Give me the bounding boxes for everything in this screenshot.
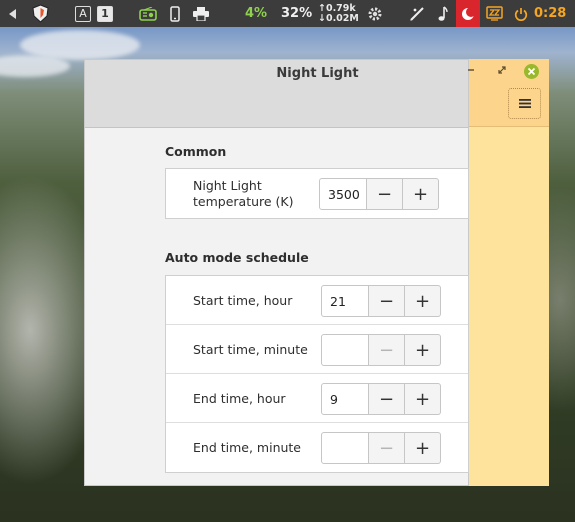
end-hour-row: End time, hour 9 − +: [166, 374, 468, 423]
shield-icon[interactable]: [32, 0, 49, 27]
workspace-indicator[interactable]: 1: [97, 0, 113, 27]
start-hour-row: Start time, hour 21 − +: [166, 276, 468, 325]
close-icon: [527, 67, 536, 76]
hamburger-menu-button[interactable]: [508, 88, 541, 119]
net-upload: ↑0.79k: [318, 2, 356, 14]
phone-icon[interactable]: [170, 0, 180, 27]
end-minute-label: End time, minute: [193, 439, 302, 455]
left-arrow-icon[interactable]: [9, 0, 17, 27]
common-settings-group: Night Light temperature (K) 3500 − +: [165, 168, 469, 219]
end-minute-decrease-button[interactable]: −: [369, 432, 405, 464]
end-minute-increase-button[interactable]: +: [405, 432, 441, 464]
temperature-increase-button[interactable]: +: [403, 178, 439, 210]
temperature-spinner: 3500 − +: [319, 178, 439, 210]
keyboard-layout-label: A: [75, 5, 91, 22]
end-minute-spinner: − +: [321, 432, 441, 464]
night-light-window: Night Light Common Night Light temperatu…: [84, 59, 469, 486]
start-minute-decrease-button[interactable]: −: [369, 334, 405, 366]
gear-icon[interactable]: [367, 0, 383, 27]
top-panel: A 1 4% 32% ↑0.79k ↓0.02M 0:28: [0, 0, 575, 27]
start-minute-input[interactable]: [321, 334, 369, 366]
start-hour-decrease-button[interactable]: −: [369, 285, 405, 317]
music-note-icon[interactable]: [436, 0, 448, 27]
battery-percent: 4%: [245, 6, 268, 21]
moon-icon[interactable]: [456, 0, 480, 27]
net-speed-indicator[interactable]: ↑0.79k ↓0.02M: [318, 0, 359, 27]
start-minute-row: Start time, minute − +: [166, 325, 468, 374]
workspace-number: 1: [97, 5, 113, 22]
close-button[interactable]: [524, 64, 539, 79]
end-minute-input[interactable]: [321, 432, 369, 464]
hamburger-icon: [518, 99, 531, 108]
maximize-icon[interactable]: [497, 64, 507, 78]
schedule-settings-group: Start time, hour 21 − + Start time, minu…: [165, 275, 469, 473]
panel-clock: 0:28: [534, 6, 567, 21]
cpu-percent: 32%: [281, 6, 313, 21]
section-title-auto-mode: Auto mode schedule: [165, 250, 309, 265]
start-hour-spinner: 21 − +: [321, 285, 441, 317]
power-icon[interactable]: [514, 0, 528, 27]
end-hour-spinner: 9 − +: [321, 383, 441, 415]
sleep-icon[interactable]: [486, 0, 503, 27]
start-minute-label: Start time, minute: [193, 341, 308, 357]
keyboard-layout-indicator[interactable]: A: [75, 0, 91, 27]
start-hour-input[interactable]: 21: [321, 285, 369, 317]
start-minute-increase-button[interactable]: +: [405, 334, 441, 366]
end-hour-label: End time, hour: [193, 390, 286, 406]
window-title: Night Light: [276, 66, 359, 81]
temperature-input[interactable]: 3500: [319, 178, 367, 210]
end-hour-input[interactable]: 9: [321, 383, 369, 415]
printer-icon[interactable]: [193, 0, 209, 27]
start-hour-increase-button[interactable]: +: [405, 285, 441, 317]
net-download: ↓0.02M: [318, 12, 359, 24]
start-hour-label: Start time, hour: [193, 292, 293, 308]
night-light-tint: [469, 59, 549, 486]
temperature-label: Night Light temperature (K): [193, 177, 294, 209]
end-hour-decrease-button[interactable]: −: [369, 383, 405, 415]
pen-icon[interactable]: [409, 0, 425, 27]
temperature-decrease-button[interactable]: −: [367, 178, 403, 210]
temperature-row: Night Light temperature (K) 3500 − +: [166, 169, 468, 218]
end-hour-increase-button[interactable]: +: [405, 383, 441, 415]
radio-icon[interactable]: [139, 0, 157, 27]
end-minute-row: End time, minute − +: [166, 423, 468, 472]
start-minute-spinner: − +: [321, 334, 441, 366]
minimize-icon[interactable]: [466, 64, 476, 78]
section-title-common: Common: [165, 144, 227, 159]
